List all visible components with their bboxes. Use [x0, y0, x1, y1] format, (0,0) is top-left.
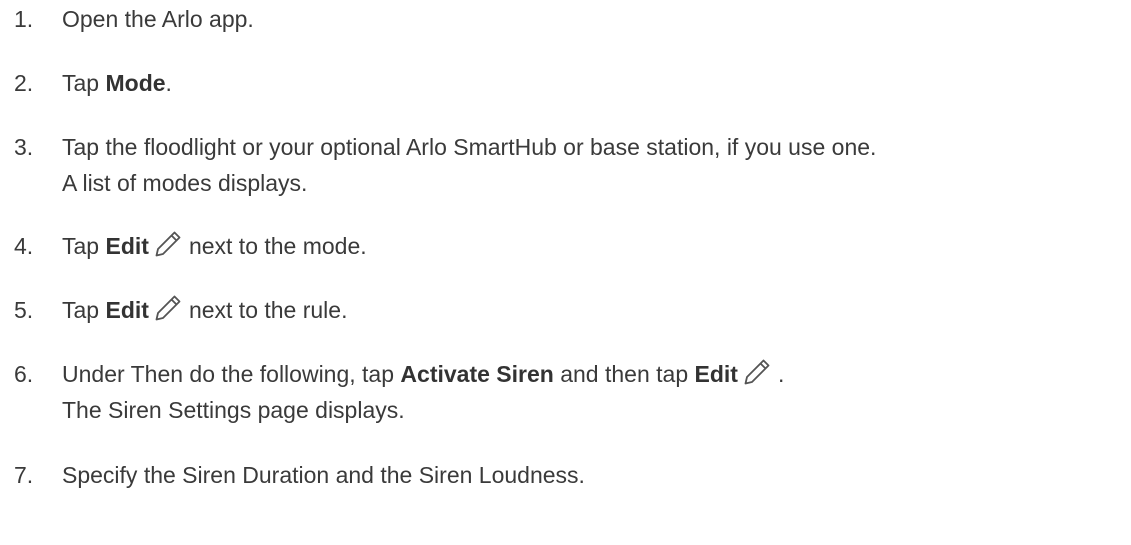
step-text: Tap Edit next to the mode.	[62, 228, 367, 264]
step-text-pre: Tap	[62, 233, 106, 259]
step-text-pre: Tap	[62, 297, 106, 323]
step-result-text: A list of modes displays.	[62, 170, 308, 196]
mode-label: Mode	[105, 70, 166, 96]
edit-label: Edit	[694, 361, 738, 387]
step-text-post: .	[165, 70, 172, 96]
step-text: Tap Mode.	[62, 65, 172, 101]
step-number: 5.	[14, 297, 34, 323]
step-2: 2. Tap Mode.	[14, 65, 172, 101]
step-6: 6. Under Then do the following, tap Acti…	[14, 356, 784, 428]
step-number: 7.	[14, 462, 34, 488]
step-1: 1. Open the Arlo app.	[14, 1, 254, 37]
step-number: 6.	[14, 361, 34, 387]
step-4: 4. Tap Edit next to the mode.	[14, 228, 367, 264]
step-3: 3. Tap the floodlight or your optional A…	[14, 129, 876, 201]
step-number: 3.	[14, 134, 34, 160]
pencil-edit-icon	[155, 295, 181, 321]
step-5: 5. Tap Edit next to the rule.	[14, 292, 347, 328]
step-7: 7. Specify the Siren Duration and the Si…	[14, 457, 585, 493]
step-number: 2.	[14, 70, 34, 96]
step-number: 4.	[14, 233, 34, 259]
step-text-pre: Under Then do the following, tap	[62, 361, 401, 387]
step-text-post: next to the rule.	[188, 297, 348, 323]
pencil-edit-icon	[155, 231, 181, 257]
step-text: Open the Arlo app.	[62, 6, 254, 32]
activate-siren-label: Activate Siren	[400, 361, 554, 387]
step-text-pre: Tap	[62, 70, 106, 96]
step-text: Tap Edit next to the rule.	[62, 292, 347, 328]
edit-label: Edit	[105, 233, 149, 259]
pencil-edit-icon	[744, 359, 770, 385]
step-number: 1.	[14, 6, 34, 32]
edit-label: Edit	[105, 297, 149, 323]
step-text: Specify the Siren Duration and the Siren…	[62, 462, 585, 488]
step-result-text: The Siren Settings page displays.	[62, 397, 405, 423]
step-text: Tap the floodlight or your optional Arlo…	[62, 134, 877, 160]
step-text-post: .	[777, 361, 785, 387]
step-text-mid: and then tap	[553, 361, 695, 387]
step-text: Under Then do the following, tap Activat…	[62, 356, 784, 392]
step-text-post: next to the mode.	[188, 233, 367, 259]
